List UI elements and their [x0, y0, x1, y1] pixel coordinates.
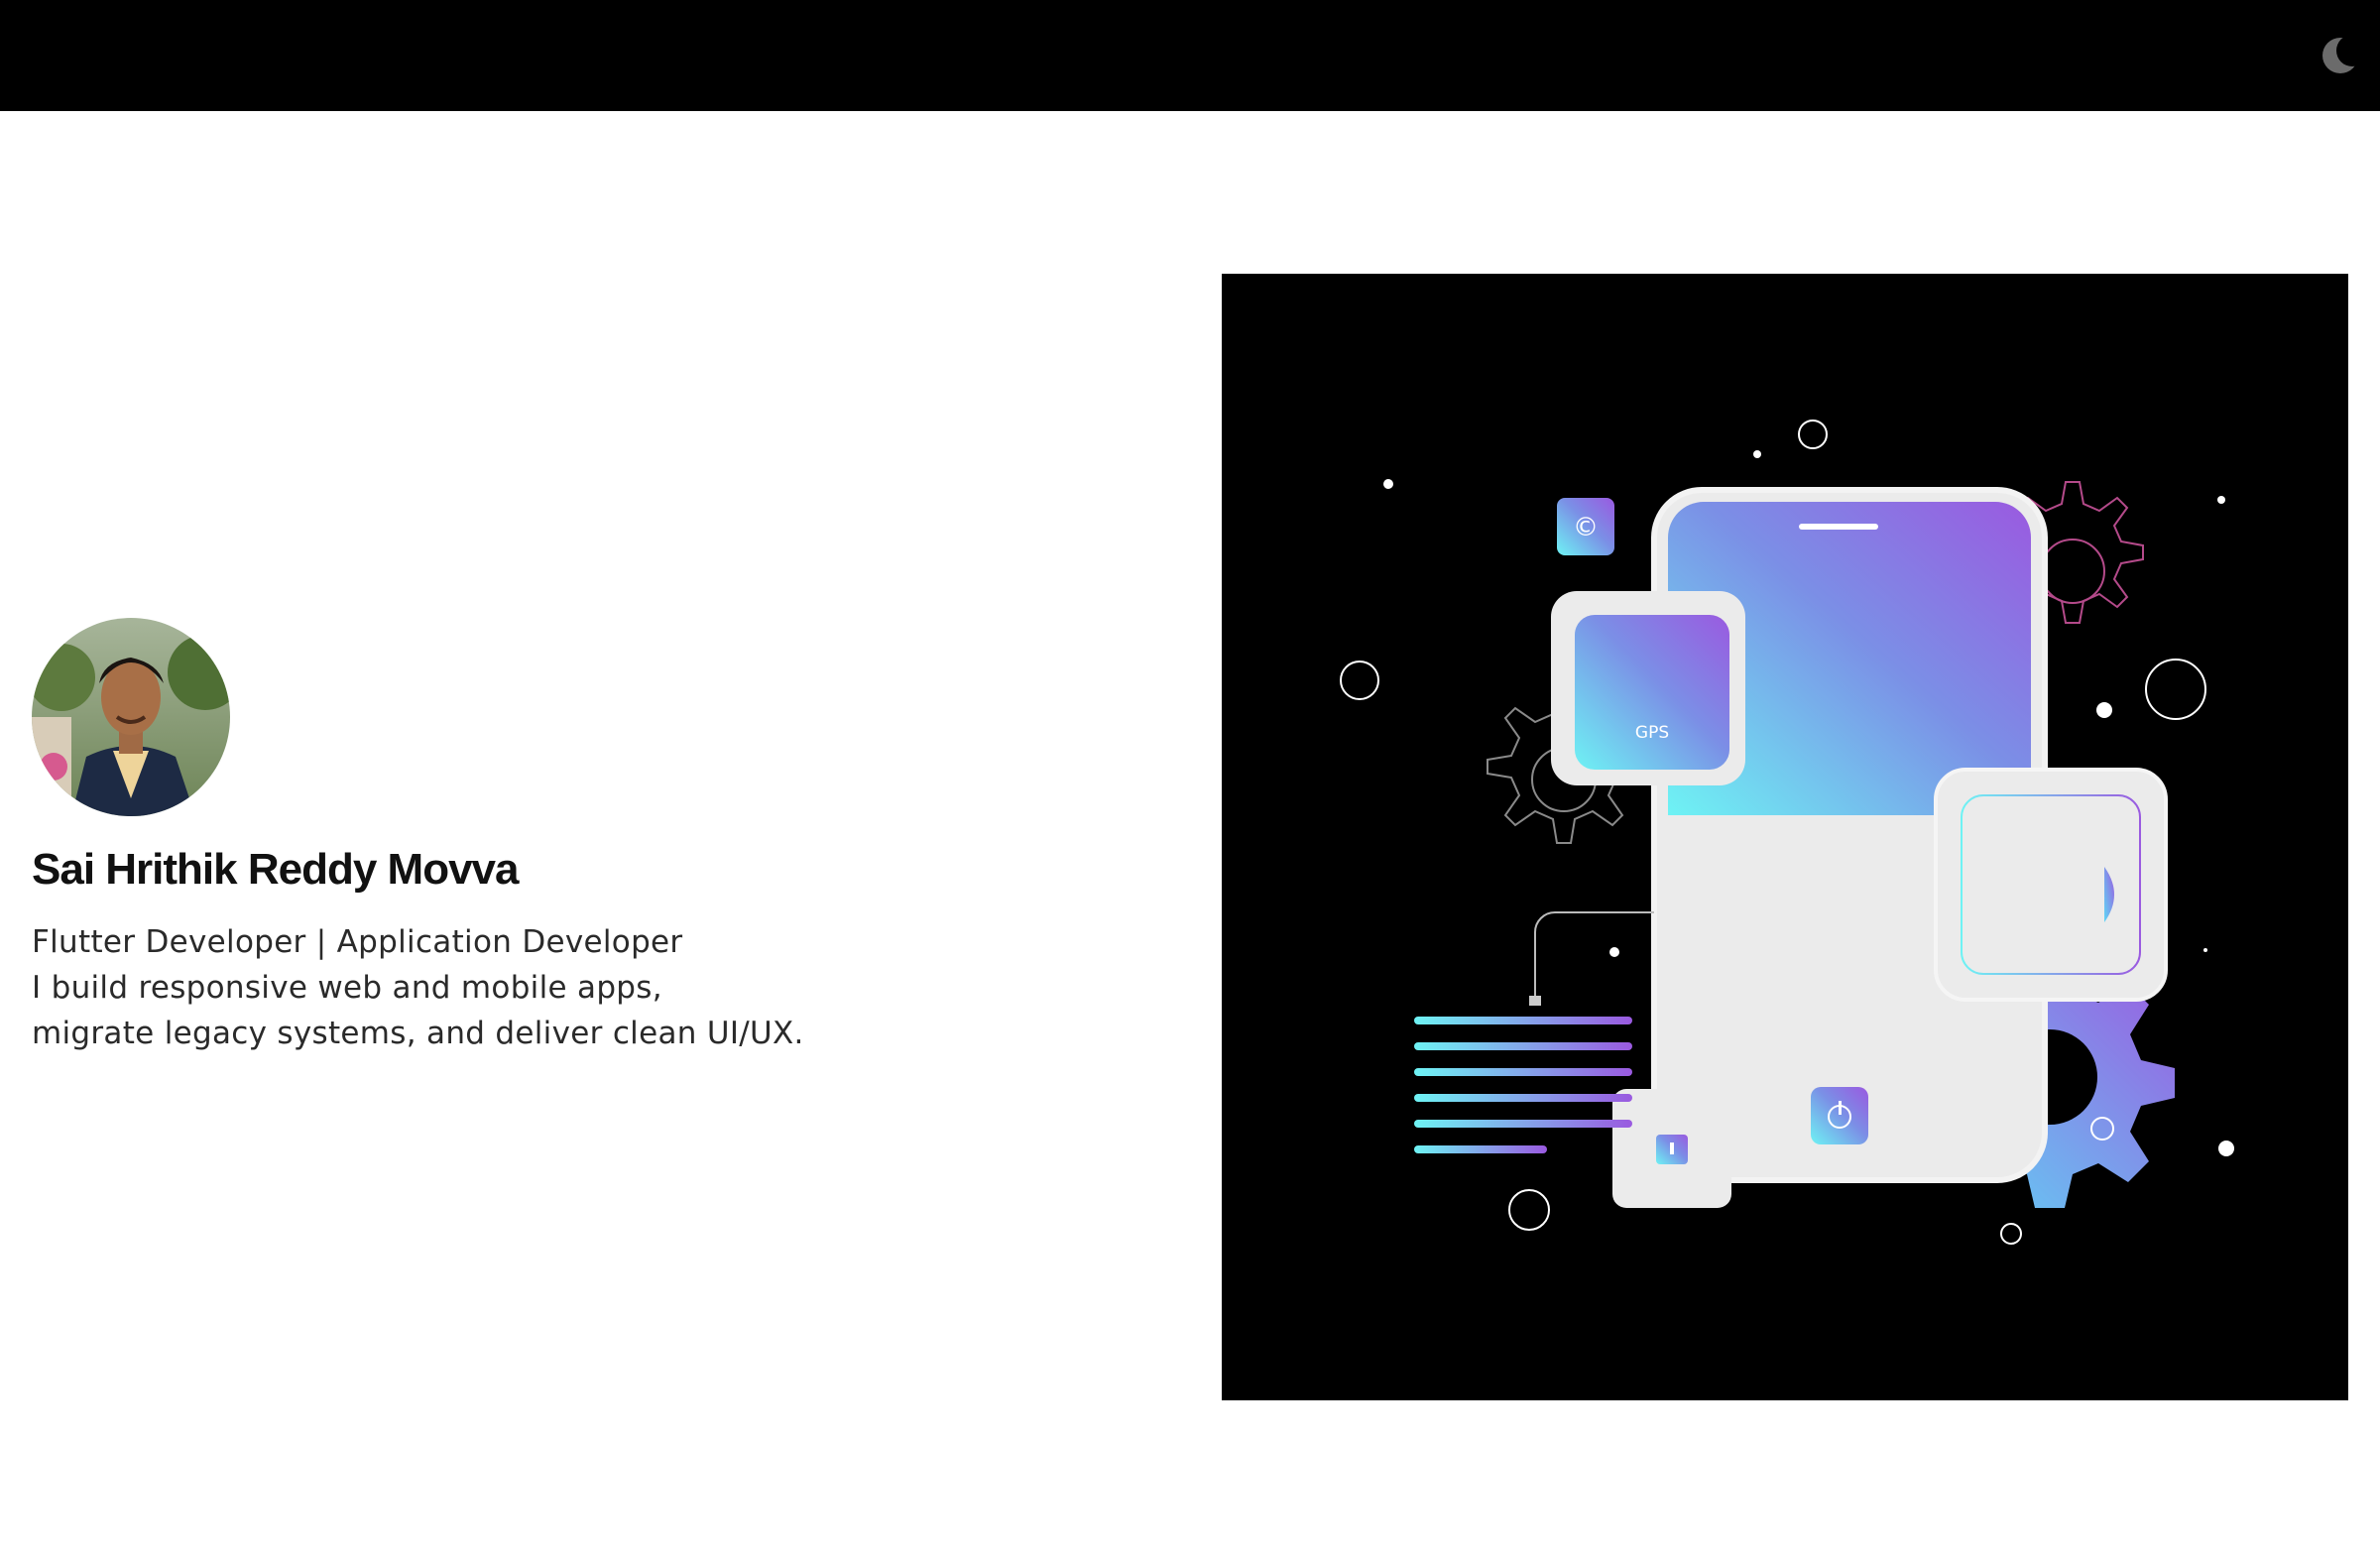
profile-bio-line-2: migrate legacy systems, and deliver clea…	[32, 1016, 804, 1051]
profile-bio-line-1: I build responsive web and mobile apps,	[32, 970, 662, 1006]
profile-role: Flutter Developer | Application Develope…	[32, 924, 683, 960]
top-bar	[0, 0, 2380, 111]
svg-text:©: ©	[1573, 513, 1599, 542]
gps-label: GPS	[1635, 723, 1669, 743]
code-lines	[1414, 1017, 1632, 1153]
profile-name: Sai Hrithik Reddy Movva	[32, 845, 519, 894]
avatar	[32, 618, 230, 816]
moon-icon[interactable]	[2313, 31, 2368, 80]
hero-illustration: GPS ©	[1222, 274, 2348, 1400]
